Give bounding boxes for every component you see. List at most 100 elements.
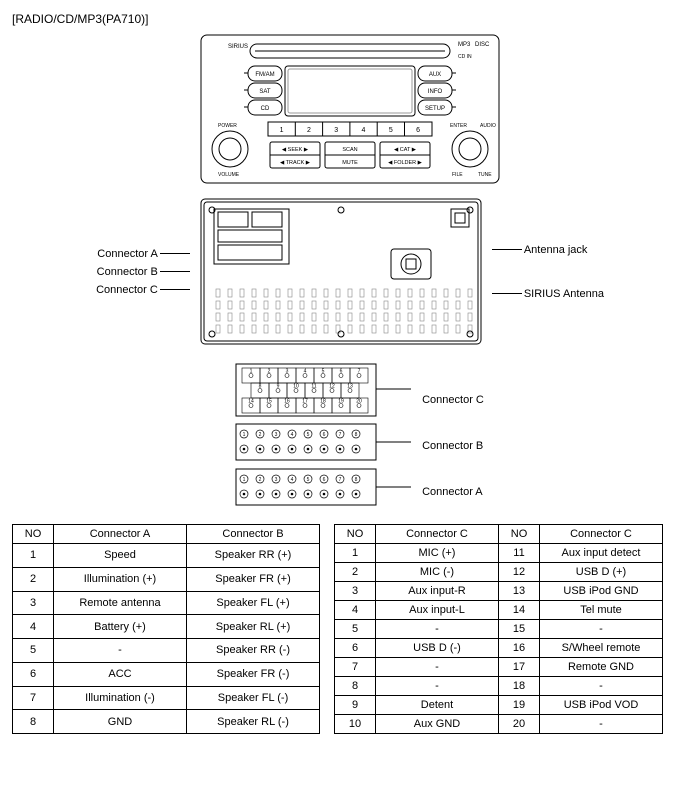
col-header: Connector C bbox=[540, 525, 663, 544]
svg-text:DISC: DISC bbox=[475, 42, 490, 48]
svg-text:4: 4 bbox=[304, 369, 307, 375]
svg-text:VOLUME: VOLUME bbox=[218, 172, 240, 178]
svg-text:4: 4 bbox=[362, 127, 366, 134]
svg-text:6: 6 bbox=[323, 477, 326, 483]
svg-text:MUTE: MUTE bbox=[342, 160, 358, 166]
svg-text:SCAN: SCAN bbox=[342, 147, 357, 153]
table-connector-ab: NOConnector AConnector B 1SpeedSpeaker R… bbox=[12, 524, 320, 734]
table-row: 7-17Remote GND bbox=[335, 658, 663, 677]
svg-text:18: 18 bbox=[320, 399, 326, 405]
svg-text:9: 9 bbox=[277, 384, 280, 390]
table-row: 6USB D (-)16S/Wheel remote bbox=[335, 639, 663, 658]
rear-left-callouts: Connector A Connector B Connector C bbox=[96, 248, 190, 296]
table-row: 6ACCSpeaker FR (-) bbox=[13, 662, 320, 686]
svg-text:3: 3 bbox=[334, 127, 338, 134]
svg-text:AUDIO: AUDIO bbox=[480, 123, 496, 129]
svg-text:MP3: MP3 bbox=[458, 42, 471, 48]
table-row: 4Battery (+)Speaker RL (+) bbox=[13, 615, 320, 639]
table-row: 3Remote antennaSpeaker FL (+) bbox=[13, 591, 320, 615]
faceplate-svg: SIRIUS MP3 DISC CD IN FM/AM SAT CD AUX INFO… bbox=[200, 34, 500, 184]
table-row: 8-18- bbox=[335, 677, 663, 696]
svg-text:◀ TRACK ▶: ◀ TRACK ▶ bbox=[280, 160, 311, 166]
svg-text:FM/AM: FM/AM bbox=[255, 72, 274, 78]
rear-view-figure: Connector A Connector B Connector C Ante… bbox=[12, 194, 688, 349]
svg-text:8: 8 bbox=[355, 477, 358, 483]
svg-text:SIRIUS: SIRIUS bbox=[228, 44, 248, 50]
pinout-figure: 1234567891011121314151617181920 12345678… bbox=[12, 359, 688, 514]
svg-text:7: 7 bbox=[339, 477, 342, 483]
svg-text:CD: CD bbox=[261, 106, 270, 112]
table-row: 3Aux input-R13USB iPod GND bbox=[335, 582, 663, 601]
col-header: NO bbox=[499, 525, 540, 544]
svg-text:POWER: POWER bbox=[218, 123, 237, 129]
svg-text:◀ FOLDER ▶: ◀ FOLDER ▶ bbox=[388, 160, 423, 166]
svg-text:4: 4 bbox=[291, 432, 294, 438]
svg-text:15: 15 bbox=[266, 399, 272, 405]
col-header: Connector A bbox=[54, 525, 187, 544]
rear-right-callouts: Antenna jack SIRIUS Antenna bbox=[492, 244, 604, 300]
col-header: NO bbox=[13, 525, 54, 544]
table-row: 7Illumination (-)Speaker FL (-) bbox=[13, 686, 320, 710]
svg-text:1: 1 bbox=[250, 369, 253, 375]
pinout-right-callouts: Connector C Connector B Connector A bbox=[422, 394, 484, 498]
svg-text:12: 12 bbox=[329, 384, 335, 390]
svg-text:17: 17 bbox=[302, 399, 308, 405]
table-row: 5-15- bbox=[335, 620, 663, 639]
svg-text:2: 2 bbox=[268, 369, 271, 375]
svg-text:3: 3 bbox=[275, 477, 278, 483]
svg-text:2: 2 bbox=[307, 127, 311, 134]
svg-text:5: 5 bbox=[307, 477, 310, 483]
table-row: 2MIC (-)12USB D (+) bbox=[335, 563, 663, 582]
svg-text:5: 5 bbox=[322, 369, 325, 375]
rear-svg bbox=[196, 194, 486, 349]
svg-text:TUNE: TUNE bbox=[478, 172, 492, 178]
svg-text:3: 3 bbox=[286, 369, 289, 375]
table-connector-c: NOConnector CNOConnector C 1MIC (+)11Aux… bbox=[334, 524, 663, 734]
faceplate-figure: SIRIUS MP3 DISC CD IN FM/AM SAT CD AUX INFO… bbox=[12, 34, 688, 184]
svg-text:7: 7 bbox=[339, 432, 342, 438]
pinout-svg: 1234567891011121314151617181920 12345678… bbox=[216, 359, 416, 514]
table-row: 8GNDSpeaker RL (-) bbox=[13, 710, 320, 734]
svg-text:ENTER: ENTER bbox=[450, 123, 467, 129]
svg-text:8: 8 bbox=[355, 432, 358, 438]
svg-text:CD IN: CD IN bbox=[458, 54, 472, 60]
svg-text:10: 10 bbox=[293, 384, 299, 390]
svg-text:2: 2 bbox=[259, 432, 262, 438]
page-title: [RADIO/CD/MP3(PA710)] bbox=[12, 12, 688, 26]
table-row: 10Aux GND20- bbox=[335, 715, 663, 734]
table-row: 2Illumination (+)Speaker FR (+) bbox=[13, 567, 320, 591]
svg-text:1: 1 bbox=[243, 432, 246, 438]
svg-text:◀ SEEK ▶: ◀ SEEK ▶ bbox=[282, 147, 309, 153]
svg-text:20: 20 bbox=[356, 399, 362, 405]
svg-text:13: 13 bbox=[347, 384, 353, 390]
svg-text:1: 1 bbox=[280, 127, 284, 134]
tables-row: NOConnector AConnector B 1SpeedSpeaker R… bbox=[12, 524, 688, 734]
svg-text:6: 6 bbox=[340, 369, 343, 375]
svg-text:7: 7 bbox=[358, 369, 361, 375]
svg-text:SETUP: SETUP bbox=[425, 106, 445, 112]
svg-text:4: 4 bbox=[291, 477, 294, 483]
svg-text:5: 5 bbox=[389, 127, 393, 134]
table-row: 9Detent19USB iPod VOD bbox=[335, 696, 663, 715]
table-row: 1MIC (+)11Aux input detect bbox=[335, 544, 663, 563]
svg-text:SAT: SAT bbox=[259, 89, 271, 95]
svg-text:14: 14 bbox=[248, 399, 254, 405]
svg-text:2: 2 bbox=[259, 477, 262, 483]
table-row: 1SpeedSpeaker RR (+) bbox=[13, 544, 320, 568]
svg-text:◀ CAT ▶: ◀ CAT ▶ bbox=[394, 147, 417, 153]
col-header: NO bbox=[335, 525, 376, 544]
svg-text:1: 1 bbox=[243, 477, 246, 483]
col-header: Connector B bbox=[187, 525, 320, 544]
svg-text:8: 8 bbox=[259, 384, 262, 390]
svg-text:FILE: FILE bbox=[452, 172, 463, 178]
svg-text:11: 11 bbox=[312, 384, 317, 390]
svg-text:INFO: INFO bbox=[428, 89, 443, 95]
svg-text:6: 6 bbox=[416, 127, 420, 134]
svg-text:6: 6 bbox=[323, 432, 326, 438]
svg-text:AUX: AUX bbox=[429, 72, 441, 78]
table-row: 4Aux input-L14Tel mute bbox=[335, 601, 663, 620]
svg-text:16: 16 bbox=[284, 399, 290, 405]
svg-text:5: 5 bbox=[307, 432, 310, 438]
col-header: Connector C bbox=[376, 525, 499, 544]
svg-text:3: 3 bbox=[275, 432, 278, 438]
